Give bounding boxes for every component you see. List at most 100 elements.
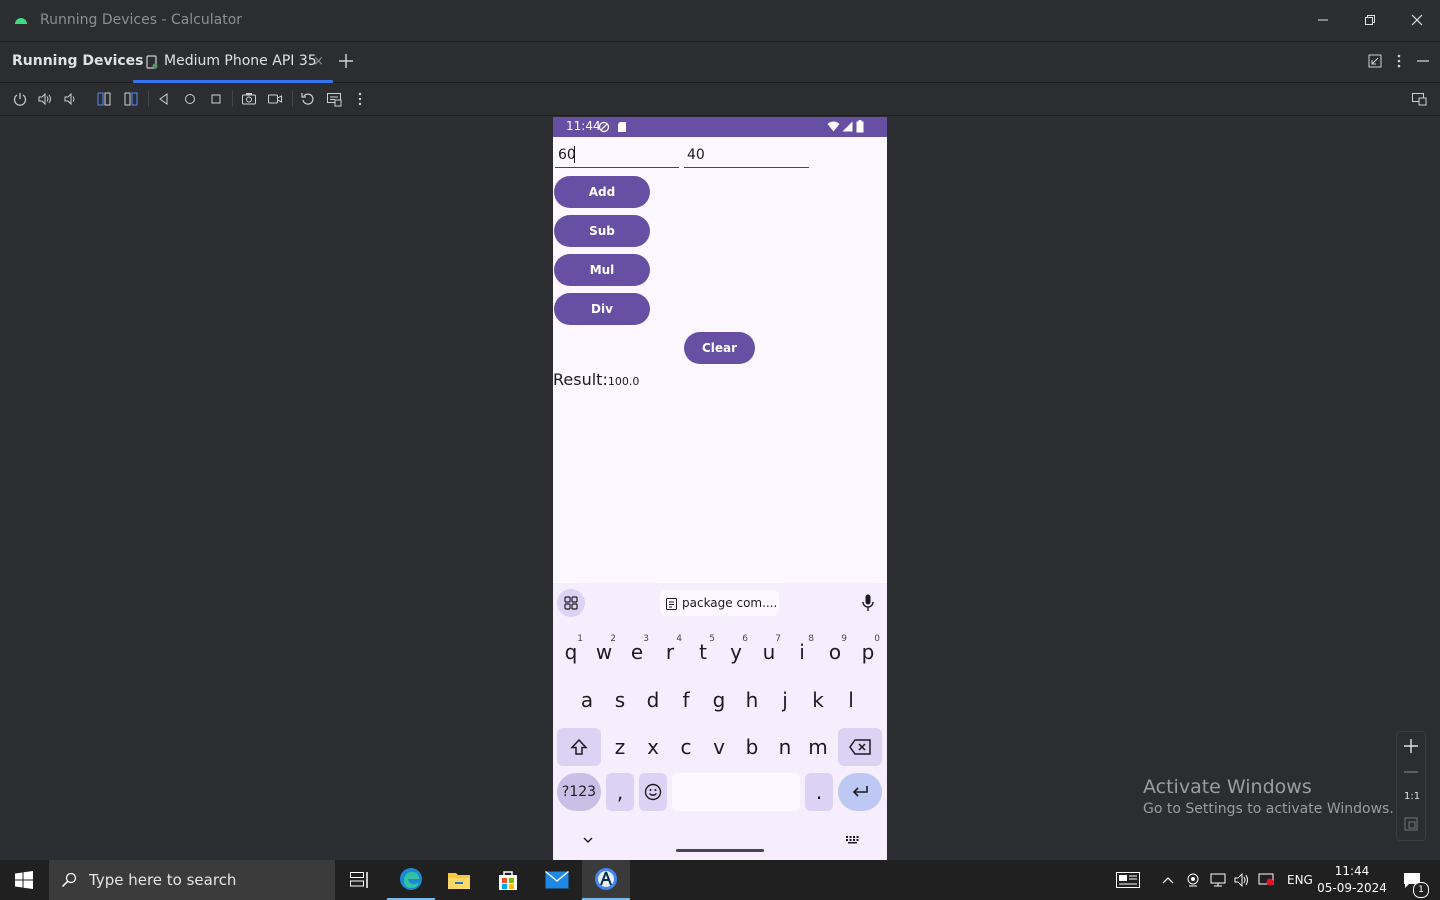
key-g[interactable]: g (704, 681, 734, 719)
fit-screen-icon[interactable] (1404, 817, 1418, 831)
keyboard-suggestion-strip: package com.... (553, 583, 887, 623)
screen-record-icon[interactable] (267, 91, 283, 107)
key-w[interactable]: w2 (589, 633, 619, 671)
watermark-line2: Go to Settings to activate Windows. (1143, 801, 1394, 817)
volume-down-icon[interactable] (62, 91, 78, 107)
window-title: Running Devices - Calculator (40, 12, 243, 28)
period-key[interactable]: . (805, 773, 833, 811)
gesture-navigation-bar[interactable] (676, 849, 764, 852)
webcam-icon[interactable] (1186, 873, 1200, 887)
rotate-left-icon[interactable] (96, 91, 112, 107)
clipboard-suggestion[interactable]: package com.... (660, 590, 779, 616)
more-actions-icon[interactable] (352, 91, 368, 107)
close-window-button[interactable] (1393, 0, 1440, 40)
key-f[interactable]: f (671, 681, 701, 719)
chevron-up-icon[interactable] (1162, 876, 1174, 884)
number1-input[interactable]: 60 (555, 139, 679, 168)
data-saver-icon (598, 121, 610, 133)
key-i[interactable]: i8 (787, 633, 817, 671)
key-t[interactable]: t5 (688, 633, 718, 671)
key-x[interactable]: x (638, 728, 668, 766)
actual-size-button[interactable]: 1:1 (1404, 791, 1420, 802)
tab-close-icon[interactable]: × (313, 54, 324, 69)
back-icon[interactable] (156, 91, 172, 107)
taskbar-search-box[interactable]: Type here to search (49, 860, 335, 900)
network-icon[interactable] (1210, 873, 1226, 887)
key-y[interactable]: y6 (721, 633, 751, 671)
zoom-out-icon[interactable] (1403, 764, 1419, 780)
taskbar-store[interactable] (484, 860, 532, 900)
key-q[interactable]: q1 (556, 633, 586, 671)
key-k[interactable]: k (803, 681, 833, 719)
speaker-icon[interactable] (1234, 873, 1250, 887)
device-frame-icon[interactable] (326, 91, 342, 107)
key-j[interactable]: j (770, 681, 800, 719)
clear-button[interactable]: Clear (684, 332, 755, 364)
tab-medium-phone[interactable]: Medium Phone API 35 × (133, 42, 333, 83)
dock-icon[interactable] (1368, 54, 1382, 68)
key-u[interactable]: u7 (754, 633, 784, 671)
task-view-button[interactable] (336, 860, 384, 900)
tool-window-header: Running Devices Medium Phone API 35 × (0, 41, 1440, 83)
power-icon[interactable] (12, 91, 28, 107)
news-widget-icon[interactable] (1116, 872, 1140, 888)
key-h[interactable]: h (737, 681, 767, 719)
key-p[interactable]: p0 (853, 633, 883, 671)
minimize-button[interactable] (1299, 0, 1346, 40)
key-z[interactable]: z (605, 728, 635, 766)
taskbar-edge[interactable] (387, 860, 435, 900)
emoji-key[interactable] (639, 773, 667, 811)
key-s[interactable]: s (605, 681, 635, 719)
backspace-key[interactable] (838, 728, 882, 766)
comma-key[interactable]: , (606, 773, 634, 811)
add-tab-icon[interactable] (337, 52, 355, 70)
more-options-icon[interactable] (1396, 54, 1402, 68)
space-key[interactable] (672, 773, 800, 811)
sub-button[interactable]: Sub (554, 215, 650, 247)
screenshot-icon[interactable] (241, 91, 257, 107)
number2-input[interactable]: 40 (684, 139, 809, 168)
key-b[interactable]: b (737, 728, 767, 766)
key-n[interactable]: n (770, 728, 800, 766)
key-d[interactable]: d (638, 681, 668, 719)
key-hint: 5 (709, 634, 715, 644)
input-language[interactable]: ENG (1287, 873, 1313, 887)
key-label: u (762, 640, 776, 664)
start-button[interactable] (0, 860, 48, 900)
taskbar-mail[interactable] (533, 860, 581, 900)
rotate-right-icon[interactable] (123, 91, 139, 107)
microphone-icon[interactable] (862, 594, 874, 612)
security-alert-icon[interactable] (1258, 873, 1274, 887)
key-r[interactable]: r4 (655, 633, 685, 671)
key-v[interactable]: v (704, 728, 734, 766)
key-c[interactable]: c (671, 728, 701, 766)
symbols-key[interactable]: ?123 (557, 773, 601, 811)
phone-screen[interactable]: 11:44 60 40 Add Sub Mul Div Clear Result… (553, 117, 887, 860)
taskbar-android-studio[interactable] (582, 860, 630, 900)
key-label: i (799, 640, 805, 664)
home-icon[interactable] (182, 91, 198, 107)
key-l[interactable]: l (836, 681, 866, 719)
taskbar-file-explorer[interactable] (435, 860, 483, 900)
key-o[interactable]: o9 (820, 633, 850, 671)
div-button[interactable]: Div (554, 293, 650, 325)
reset-icon[interactable] (300, 91, 316, 107)
zoom-in-icon[interactable] (1403, 738, 1419, 754)
key-a[interactable]: a (572, 681, 602, 719)
key-e[interactable]: e3 (622, 633, 652, 671)
volume-up-icon[interactable] (37, 91, 53, 107)
mirror-devices-icon[interactable] (1411, 91, 1427, 107)
enter-key[interactable] (838, 773, 882, 811)
action-center-button[interactable]: 1 (1392, 860, 1432, 900)
restore-button[interactable] (1346, 0, 1393, 40)
key-m[interactable]: m (803, 728, 833, 766)
overview-icon[interactable] (208, 91, 224, 107)
keyboard-switch-icon[interactable] (846, 836, 859, 844)
apps-grid-icon[interactable] (557, 589, 585, 617)
hide-keyboard-icon[interactable] (583, 837, 593, 844)
clock[interactable]: 11:44 05-09-2024 (1316, 863, 1388, 897)
shift-key[interactable] (557, 728, 601, 766)
add-button[interactable]: Add (554, 176, 650, 208)
mul-button[interactable]: Mul (554, 254, 650, 286)
hide-panel-icon[interactable] (1416, 54, 1430, 68)
